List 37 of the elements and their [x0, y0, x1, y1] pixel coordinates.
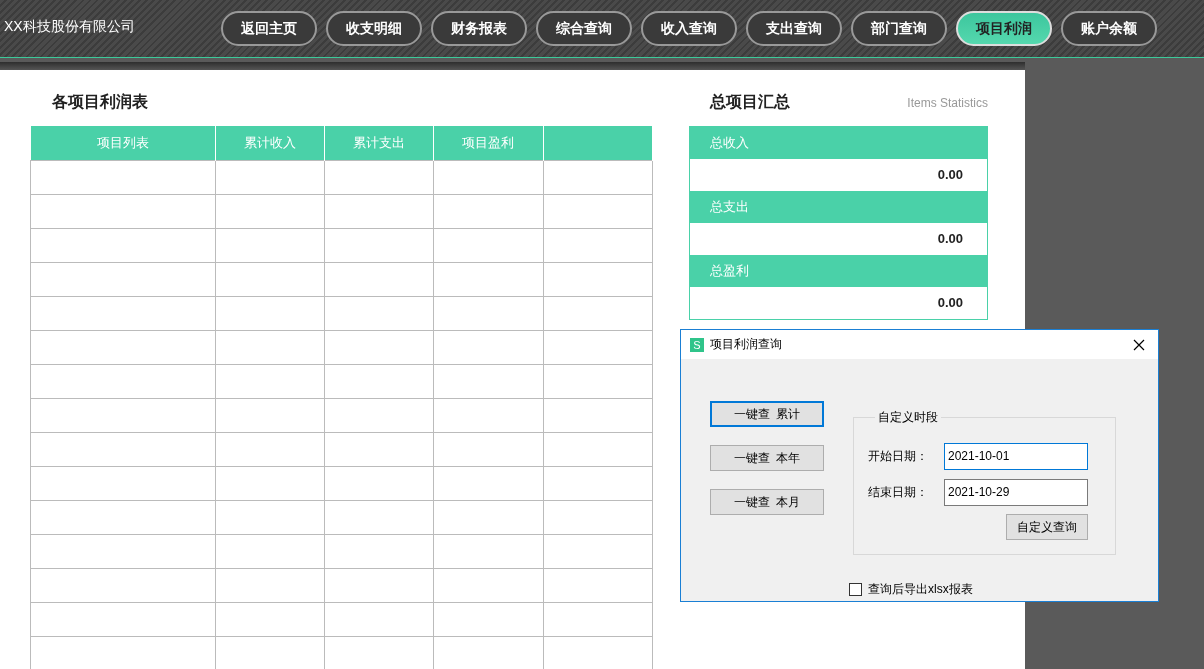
column-header: 项目列表	[30, 126, 215, 161]
group-title: 自定义时段	[877, 409, 939, 426]
quick-query-button[interactable]: 一键查 本月	[710, 489, 824, 515]
column-header: 项目盈利	[433, 126, 544, 161]
company-name: XX科技股份有限公司	[3, 18, 136, 36]
summary-label: 总支出	[690, 191, 987, 223]
nav-tab[interactable]: 收支明细	[326, 11, 422, 46]
date-field[interactable]: 2021-10-01	[944, 442, 1088, 470]
field-label: 开始日期：	[868, 447, 929, 465]
quick-query-button[interactable]: 一键查 本年	[710, 445, 824, 471]
summary-value: 0.00	[936, 294, 964, 312]
summary-label: 总盈利	[690, 255, 987, 287]
date-field[interactable]: 2021-10-29	[944, 478, 1088, 506]
column-header: 累计支出	[324, 126, 434, 161]
nav-tab[interactable]: 项目利润	[956, 11, 1052, 46]
summary-label: 总收入	[690, 127, 987, 159]
nav-tab[interactable]: 财务报表	[431, 11, 527, 46]
app-icon: S	[690, 337, 704, 352]
summary-title: 总项目汇总	[710, 92, 790, 112]
checkbox-label[interactable]: 查询后导出xlsx报表	[868, 581, 973, 598]
close-icon[interactable]	[1133, 338, 1145, 351]
nav-tab[interactable]: 综合查询	[536, 11, 632, 46]
nav-tab[interactable]: 支出查询	[746, 11, 842, 46]
summary-subtitle: Items Statistics	[907, 96, 988, 110]
quick-query-button[interactable]: 一键查 累计	[710, 401, 824, 427]
summary-value: 0.00	[936, 166, 964, 184]
checkbox[interactable]	[849, 583, 862, 596]
dialog-title: 项目利润查询	[710, 336, 783, 353]
table-title: 各项目利润表	[52, 92, 149, 112]
summary-value: 0.00	[936, 230, 964, 248]
nav-tab[interactable]: 返回主页	[221, 11, 317, 46]
nav-tab[interactable]: 账户余额	[1061, 11, 1157, 46]
nav-tab[interactable]: 收入查询	[641, 11, 737, 46]
column-header: 累计收入	[215, 126, 325, 161]
nav-tab[interactable]: 部门查询	[851, 11, 947, 46]
custom-query-button[interactable]: 自定义查询	[1006, 514, 1088, 540]
field-label: 结束日期：	[868, 483, 929, 501]
